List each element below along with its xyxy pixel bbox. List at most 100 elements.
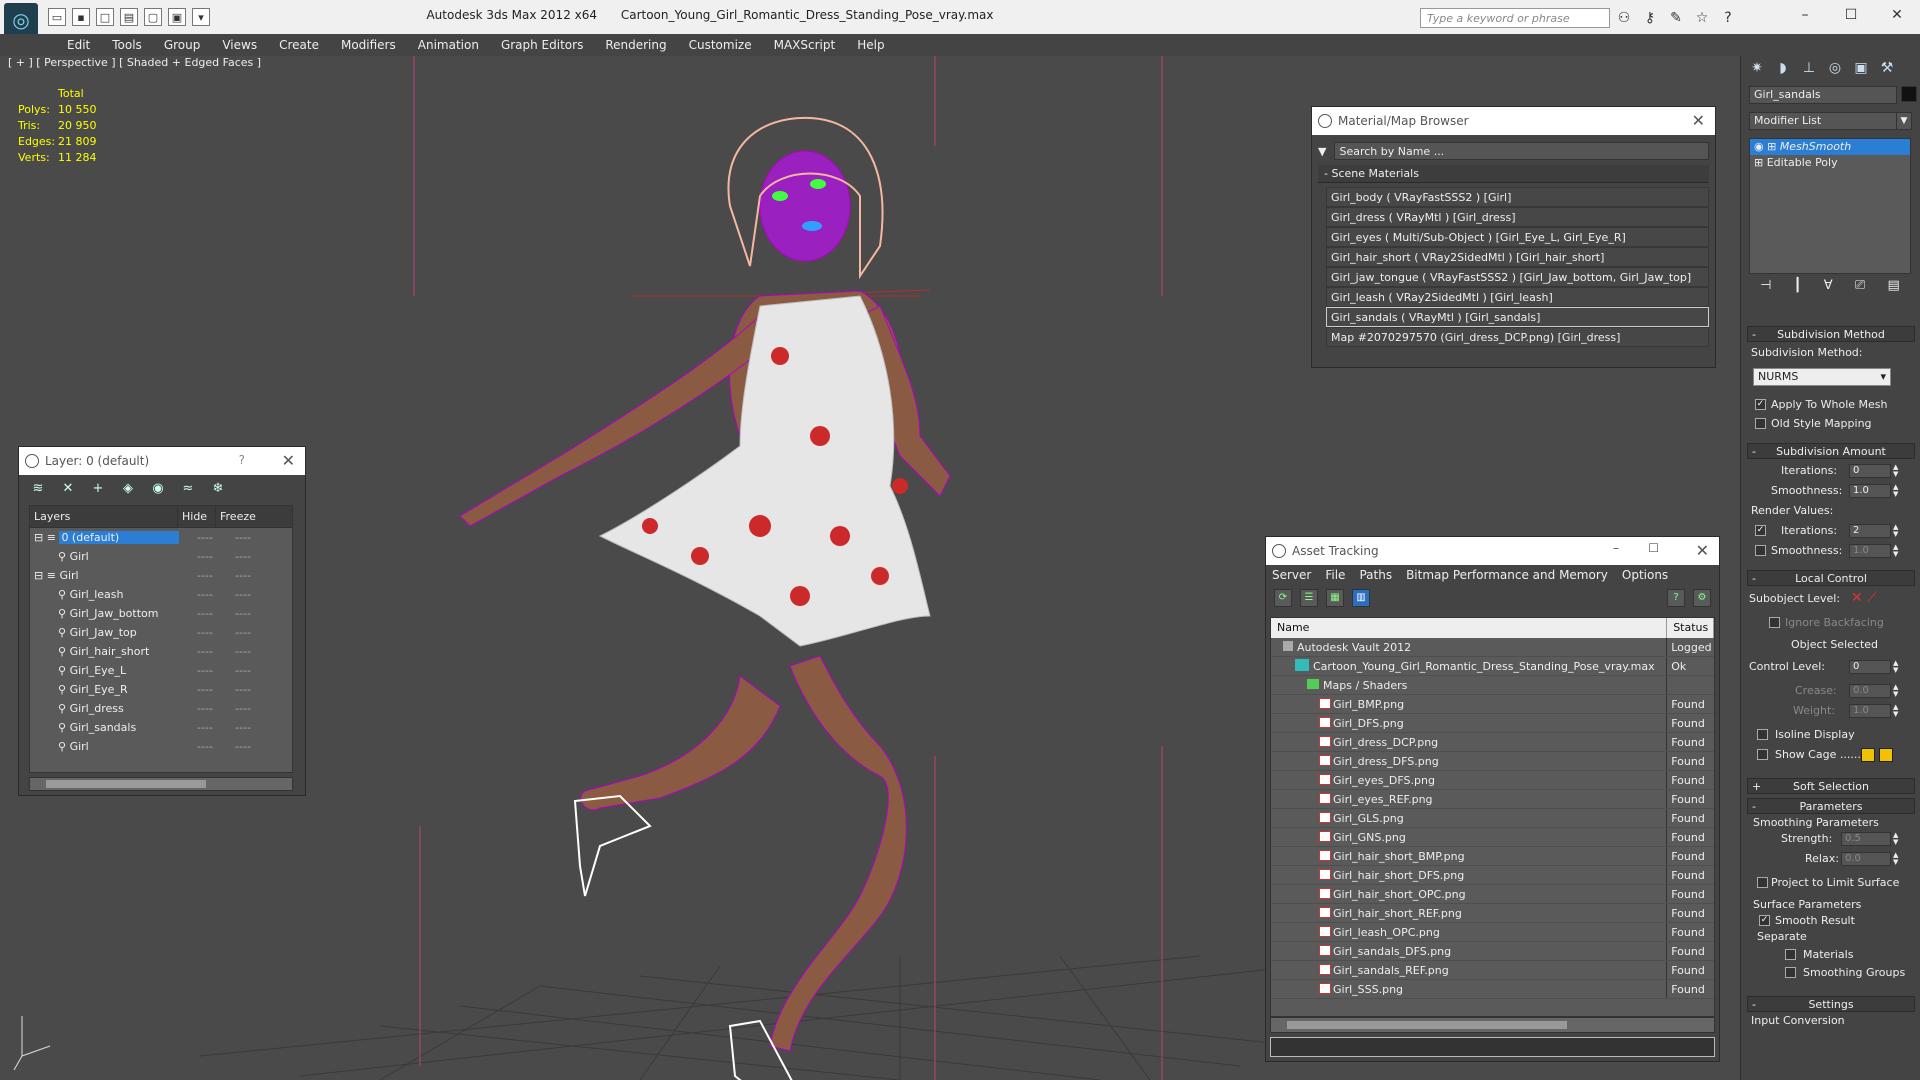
hide-toggle[interactable]: ---- xyxy=(186,547,224,566)
col-freeze[interactable]: Freeze xyxy=(216,506,256,527)
rollout-subdivision-amount[interactable]: - Subdivision Amount xyxy=(1747,443,1915,459)
spinner-arrows-icon[interactable]: ▲ ▼ xyxy=(1893,852,1901,866)
render-iterations-spinner[interactable]: 2 xyxy=(1849,524,1891,538)
hide-toggle[interactable]: ---- xyxy=(186,642,224,661)
isoline-display-checkbox[interactable] xyxy=(1757,729,1768,740)
control-level-spinner[interactable]: 0 xyxy=(1849,660,1891,674)
freeze-toggle[interactable]: ---- xyxy=(224,642,262,661)
freeze-toggle[interactable]: ---- xyxy=(224,718,262,737)
layer-row[interactable]: ⚲ Girl_leash ---- ---- xyxy=(30,585,292,604)
show-cage-checkbox[interactable] xyxy=(1757,749,1768,760)
vertex-level-icon[interactable]: ✕ ⟋ xyxy=(1851,590,1877,606)
relax-spinner[interactable]: 0.0 xyxy=(1841,852,1891,866)
smoothing-groups-checkbox[interactable] xyxy=(1785,967,1796,978)
filter-icon[interactable]: ▼ xyxy=(1318,145,1326,158)
material-item[interactable]: Map #2070297570 (Girl_dress_DCP.png) [Gi… xyxy=(1326,327,1709,347)
render-smoothness-checkbox[interactable] xyxy=(1755,545,1766,556)
thumbnail-view-icon[interactable]: ▦ xyxy=(1326,589,1344,607)
rollout-local-control[interactable]: - Local Control xyxy=(1747,570,1915,586)
asset-row[interactable]: Cartoon_Young_Girl_Romantic_Dress_Standi… xyxy=(1271,657,1714,676)
menu-group[interactable]: Group xyxy=(153,34,212,56)
menu-server[interactable]: Server xyxy=(1272,565,1311,585)
spinner-arrows-icon[interactable]: ▲ ▼ xyxy=(1893,524,1901,538)
freeze-toggle[interactable]: ---- xyxy=(224,737,262,756)
motion-tab-icon[interactable]: ◎ xyxy=(1825,60,1845,78)
freeze-toggle[interactable]: ---- xyxy=(224,680,262,699)
layer-row[interactable]: ⊟ ≡ Girl ---- ---- xyxy=(30,566,292,585)
freeze-toggle[interactable]: ---- xyxy=(224,623,262,642)
close-icon[interactable]: ✕ xyxy=(1696,541,1709,560)
material-item[interactable]: Girl_sandals ( VRayMtl ) [Girl_sandals] xyxy=(1326,307,1709,327)
spinner-arrows-icon[interactable]: ▲ ▼ xyxy=(1893,544,1901,558)
modify-tab-icon[interactable]: ◗ xyxy=(1773,60,1793,78)
ignore-backfacing-checkbox[interactable] xyxy=(1769,617,1780,628)
freeze-toggle[interactable]: ---- xyxy=(224,528,262,547)
make-unique-icon[interactable]: ∀ xyxy=(1824,278,1833,300)
col-hide[interactable]: Hide xyxy=(178,506,216,527)
hide-toggle[interactable]: ---- xyxy=(186,718,224,737)
asset-tracking-titlebar[interactable]: Asset Tracking – ☐ ✕ xyxy=(1266,537,1719,565)
asset-path-field[interactable] xyxy=(1270,1037,1715,1057)
menu-bitmap-performance[interactable]: Bitmap Performance and Memory xyxy=(1406,565,1608,585)
layer-row[interactable]: ⚲ Girl_dress ---- ---- xyxy=(30,699,292,718)
show-end-result-icon[interactable]: ┃ xyxy=(1794,278,1802,300)
cage-selected-color-swatch[interactable] xyxy=(1879,748,1893,762)
utilities-tab-icon[interactable]: ⚒ xyxy=(1877,60,1897,78)
asset-row[interactable]: Autodesk Vault 2012 Logged O xyxy=(1271,638,1714,657)
freeze-toggle[interactable]: ---- xyxy=(224,699,262,718)
spinner-arrows-icon[interactable]: ▲ ▼ xyxy=(1893,464,1901,478)
col-layers[interactable]: Layers xyxy=(30,506,178,527)
subdivision-method-dropdown[interactable]: NURMS ▾ xyxy=(1753,368,1891,386)
pin-stack-icon[interactable]: ⊣ xyxy=(1760,278,1771,300)
modifier-list-dropdown[interactable]: Modifier List xyxy=(1749,112,1897,130)
spinner-arrows-icon[interactable]: ▲ ▼ xyxy=(1893,660,1901,674)
freeze-toggle[interactable]: ---- xyxy=(224,547,262,566)
iterations-spinner[interactable]: 0 xyxy=(1849,464,1891,478)
menu-modifiers[interactable]: Modifiers xyxy=(330,34,407,56)
materials-checkbox[interactable] xyxy=(1785,949,1796,960)
hide-all-icon[interactable]: ≈ xyxy=(179,481,197,497)
menu-customize[interactable]: Customize xyxy=(678,34,763,56)
material-search-input[interactable]: Search by Name ... xyxy=(1334,142,1709,160)
menu-tools[interactable]: Tools xyxy=(101,34,153,56)
menu-animation[interactable]: Animation xyxy=(407,34,490,56)
configure-sets-icon[interactable]: ▤ xyxy=(1888,278,1900,300)
menu-paths[interactable]: Paths xyxy=(1359,565,1392,585)
spinner-arrows-icon[interactable]: ▲ ▼ xyxy=(1893,832,1901,846)
layer-manager-titlebar[interactable]: Layer: 0 (default) ? ✕ xyxy=(19,447,305,475)
delete-layer-icon[interactable]: ✕ xyxy=(59,481,77,497)
close-icon[interactable]: ✕ xyxy=(1874,0,1920,30)
asset-row[interactable]: Girl_hair_short_BMP.png Found xyxy=(1271,847,1714,866)
asset-row[interactable]: Girl_sandals_REF.png Found xyxy=(1271,961,1714,980)
layer-hscrollbar[interactable] xyxy=(29,777,293,791)
hide-toggle[interactable]: ---- xyxy=(186,737,224,756)
asset-row[interactable]: Girl_hair_short_REF.png Found xyxy=(1271,904,1714,923)
asset-row[interactable]: Girl_eyes_DFS.png Found xyxy=(1271,771,1714,790)
material-item[interactable]: Girl_dress ( VRayMtl ) [Girl_dress] xyxy=(1326,207,1709,227)
hide-toggle[interactable]: ---- xyxy=(186,661,224,680)
layer-row[interactable]: ⊟ ≡ 0 (default) ---- ---- xyxy=(30,528,292,547)
scene-materials-section[interactable]: - Scene Materials xyxy=(1318,165,1709,183)
smoothness-spinner[interactable]: 1.0 xyxy=(1849,484,1891,498)
freeze-toggle[interactable]: ---- xyxy=(224,661,262,680)
material-item[interactable]: Girl_eyes ( Multi/Sub-Object ) [Girl_Eye… xyxy=(1326,227,1709,247)
cage-color-swatch[interactable] xyxy=(1861,748,1875,762)
chevron-down-icon[interactable]: ▼ xyxy=(1896,112,1912,130)
old-style-mapping-checkbox[interactable] xyxy=(1755,418,1766,429)
spinner-arrows-icon[interactable]: ▲ ▼ xyxy=(1893,684,1901,698)
hide-toggle[interactable]: ---- xyxy=(186,604,224,623)
hide-toggle[interactable]: ---- xyxy=(186,680,224,699)
star-icon[interactable]: ☆ xyxy=(1693,9,1711,27)
layer-row[interactable]: ⚲ Girl_Jaw_top ---- ---- xyxy=(30,623,292,642)
smooth-result-checkbox[interactable]: ✓ xyxy=(1759,915,1770,926)
render-iterations-checkbox[interactable]: ✓ xyxy=(1755,525,1766,536)
asset-row[interactable]: Maps / Shaders xyxy=(1271,676,1714,695)
maximize-icon[interactable]: ☐ xyxy=(1828,0,1874,30)
object-color-swatch[interactable] xyxy=(1901,86,1917,102)
menu-views[interactable]: Views xyxy=(211,34,268,56)
help-icon[interactable]: ? xyxy=(1719,9,1737,27)
asset-row[interactable]: Girl_dress_DCP.png Found xyxy=(1271,733,1714,752)
weight-spinner[interactable]: 1.0 xyxy=(1849,704,1891,718)
project-limit-checkbox[interactable] xyxy=(1757,877,1768,888)
freeze-toggle[interactable]: ---- xyxy=(224,585,262,604)
